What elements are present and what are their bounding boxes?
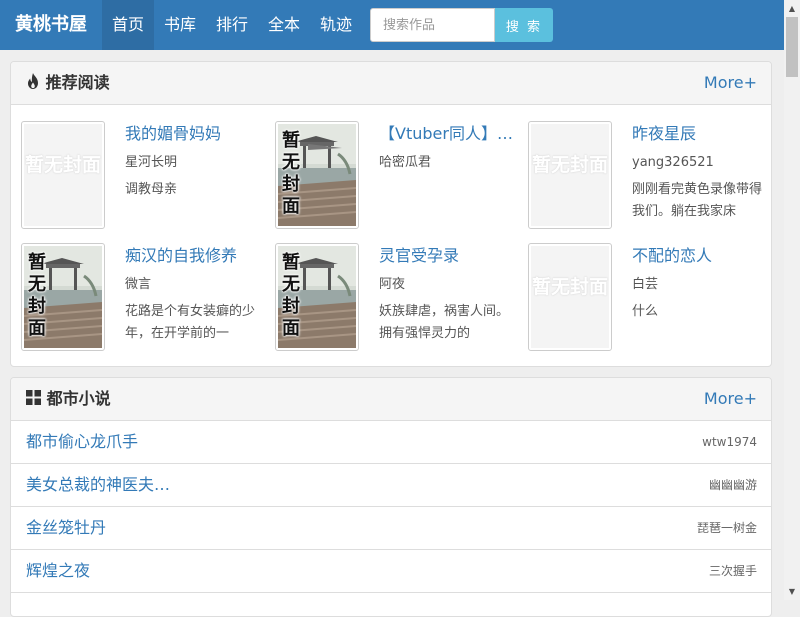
urban-panel: 都市小说 More+ 都市偷心龙爪手 wtw1974 美女总裁的神医夫… 幽幽幽… <box>10 377 772 617</box>
novel-title-link[interactable]: 美女总裁的神医夫… <box>26 464 170 506</box>
book-title-link[interactable]: 我的媚骨妈妈 <box>125 123 260 145</box>
nav-history[interactable]: 轨迹 <box>310 0 362 50</box>
top-navbar: 黄桃书屋 首页 书库 排行 全本 轨迹 搜 索 <box>0 0 784 50</box>
book-card: 暂无封面 【Vtuber同人】… 哈密瓜君 <box>275 121 520 231</box>
urban-panel-heading: 都市小说 More+ <box>11 378 771 421</box>
book-title-link[interactable]: 【Vtuber同人】… <box>379 123 514 145</box>
nav-home[interactable]: 首页 <box>102 0 154 50</box>
cover-placeholder-text: 暂无封面 <box>531 154 608 176</box>
book-description: 调教母亲 <box>125 182 178 197</box>
nav-ranking[interactable]: 排行 <box>206 0 258 50</box>
novel-title-link[interactable]: 金丝笼牡丹 <box>26 507 106 549</box>
recommend-more-link[interactable]: More+ <box>704 62 757 104</box>
novel-author: 三次握手 <box>708 564 757 578</box>
novel-author: 幽幽幽游 <box>708 478 757 492</box>
book-description: 什么 <box>632 304 659 319</box>
book-cover[interactable]: 暂无封面 <box>275 243 359 351</box>
cover-text: 暂无封面 <box>282 252 300 339</box>
book-cover[interactable]: 暂无封面 <box>528 243 612 351</box>
book-card: 暂无封面 灵官受孕录 阿夜 妖族肆虐，祸害人间。拥有强悍灵力的 <box>275 243 520 353</box>
list-item: 都市偷心龙爪手 wtw1974 <box>11 421 771 464</box>
book-author: yang326521 <box>632 155 714 170</box>
site-brand[interactable]: 黄桃书屋 <box>15 0 87 50</box>
scroll-up-arrow-icon[interactable]: ▲ <box>784 0 800 17</box>
book-author: 哈密瓜君 <box>379 155 432 170</box>
book-description: 花路是个有女装癖的少年，在开学前的一 <box>125 304 256 341</box>
book-card: 暂无封面 不配的恋人 白芸 什么 <box>528 243 771 353</box>
book-title-link[interactable]: 不配的恋人 <box>632 245 767 267</box>
book-description <box>379 179 514 223</box>
urban-title: 都市小说 <box>46 389 111 408</box>
book-author: 星河长明 <box>125 155 178 170</box>
book-description: 妖族肆虐，祸害人间。拥有强悍灵力的 <box>379 304 510 341</box>
book-title-link[interactable]: 灵官受孕录 <box>379 245 514 267</box>
cover-text: 暂无封面 <box>28 252 46 339</box>
list-item: 辉煌之夜 三次握手 <box>11 550 771 593</box>
book-cover[interactable]: 暂无封面 <box>21 121 105 229</box>
list-item: 金丝笼牡丹 琵琶一树金 <box>11 507 771 550</box>
scrollbar-thumb[interactable] <box>786 17 798 77</box>
book-cover[interactable]: 暂无封面 <box>275 121 359 229</box>
book-card: 暂无封面 痴汉的自我修养 微言 花路是个有女装癖的少年，在开学前的一 <box>21 243 266 353</box>
search-input[interactable] <box>370 8 495 42</box>
book-title-link[interactable]: 痴汉的自我修养 <box>125 245 260 267</box>
book-cover[interactable]: 暂无封面 <box>528 121 612 229</box>
search-button[interactable]: 搜 索 <box>495 8 553 42</box>
novel-title-link[interactable]: 辉煌之夜 <box>26 550 90 592</box>
cover-text: 暂无封面 <box>282 130 300 217</box>
book-card: 暂无封面 我的媚骨妈妈 星河长明 调教母亲 <box>21 121 266 231</box>
novel-author: 琵琶一树金 <box>696 521 757 535</box>
book-author: 白芸 <box>632 277 659 292</box>
book-title-link[interactable]: 昨夜星辰 <box>632 123 767 145</box>
recommend-panel: 推荐阅读 More+ 暂无封面 我的媚骨妈妈 星河长明 调教母亲 暂无封面 【V… <box>10 61 772 367</box>
urban-heading-wrap: 都市小说 <box>26 378 111 421</box>
fire-icon <box>26 63 40 105</box>
book-cover[interactable]: 暂无封面 <box>21 243 105 351</box>
book-description: 刚刚看完黄色录像带得我们。躺在我家床 <box>632 182 763 219</box>
nav-completed[interactable]: 全本 <box>258 0 310 50</box>
grid-icon <box>26 379 41 421</box>
novel-author: wtw1974 <box>702 435 757 449</box>
recommend-heading-wrap: 推荐阅读 <box>26 62 110 105</box>
page-scrollbar[interactable]: ▲ ▼ <box>784 0 800 600</box>
cover-placeholder-text: 暂无封面 <box>24 154 101 176</box>
list-item: 美女总裁的神医夫… 幽幽幽游 <box>11 464 771 507</box>
nav-library[interactable]: 书库 <box>154 0 206 50</box>
book-card: 暂无封面 昨夜星辰 yang326521 刚刚看完黄色录像带得我们。躺在我家床 <box>528 121 771 231</box>
recommend-panel-heading: 推荐阅读 More+ <box>11 62 771 105</box>
scroll-down-arrow-icon[interactable]: ▼ <box>784 583 800 600</box>
cover-placeholder-text: 暂无封面 <box>531 276 608 298</box>
recommend-title: 推荐阅读 <box>45 73 110 92</box>
book-author: 阿夜 <box>379 277 406 292</box>
urban-more-link[interactable]: More+ <box>704 378 757 420</box>
novel-title-link[interactable]: 都市偷心龙爪手 <box>26 421 138 463</box>
book-author: 微言 <box>125 277 152 292</box>
